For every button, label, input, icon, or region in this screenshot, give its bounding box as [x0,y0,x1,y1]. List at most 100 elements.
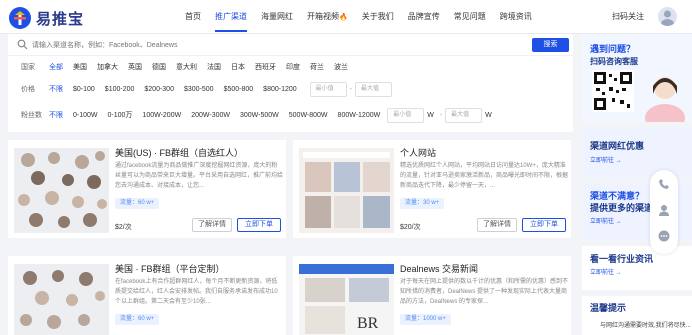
qr-code-icon [592,70,634,112]
price-max-input[interactable]: 最大值 [355,81,392,97]
channel-card[interactable]: 美国 · FB群组（平台定制） 在facebook上有合作超群网红人，每个月不断… [8,256,286,335]
group-promo-title: 渠道网红优惠 [590,141,645,151]
industry-news-card[interactable]: 看一看行业资讯 立即前往 → [582,246,692,290]
main-nav: 首页 推广渠道 海量网红 开箱视频🔥 关于我们 品牌宣传 常见问题 跨境资讯 [178,0,539,34]
details-button[interactable]: 了解详情 [477,218,517,232]
fans-option[interactable]: 500W-800W [284,112,333,119]
price-option[interactable]: $200-300 [139,86,179,93]
price-option[interactable]: $100-200 [100,86,140,93]
group-promo-link[interactable]: 立即前往 → [590,155,622,164]
search-input[interactable] [32,37,512,53]
channel-card[interactable]: BR Dealnews 交易新闻 对于每天在网上提供的数以千计的优惠（和所需的优… [293,256,571,335]
country-option[interactable]: 英国 [123,62,147,72]
search-button[interactable]: 搜索 [532,38,569,52]
fans-label: 粉丝数 [21,112,42,119]
group-promo-card[interactable]: 渠道网红优惠 立即前往 → [582,128,692,178]
traffic-badge: 流量：60 w+ [115,314,160,325]
support-qr-card: 遇到问题？ 扫码咨询客服 [582,34,692,122]
price-option[interactable]: $500-800 [219,86,259,93]
channel-card[interactable]: 美国(US) · FB群组（自选红人） 通过facebook流量为商品做推广深度… [8,140,286,238]
fans-option[interactable]: 0-100万 [103,110,138,120]
order-button[interactable]: 立即下单 [522,218,566,232]
country-option[interactable]: 全部 [44,62,68,72]
nav-brand[interactable]: 品牌宣传 [401,0,447,34]
card-thumbnail [14,148,109,233]
card-thumbnail [299,148,394,233]
country-option[interactable]: 波兰 [329,62,353,72]
country-option[interactable]: 加拿大 [92,62,123,72]
country-option[interactable]: 西班牙 [250,62,281,72]
industry-news-title: 看一看行业资讯 [590,254,654,264]
chat-icon[interactable] [658,230,670,242]
nav-channels[interactable]: 推广渠道 [208,0,254,34]
fans-option[interactable]: 100W-200W [137,112,186,119]
fans-option[interactable]: 300W-500W [235,112,284,119]
price-option[interactable]: $300-500 [179,86,219,93]
svg-text:BR: BR [357,315,379,332]
user-icon[interactable] [658,204,670,219]
support-subtitle: 扫码咨询客服 [590,57,638,66]
card-title[interactable]: 个人网站 [400,146,436,159]
tips-card: 温馨提示 与网红沟通需要时效,我们将尽快... [582,296,692,335]
fans-option[interactable]: 不限 [44,110,68,120]
details-button[interactable]: 了解详情 [192,218,232,232]
logo-icon [8,6,32,30]
country-label: 国家 [21,64,35,71]
nav-label: 首页 [185,12,201,21]
card-title[interactable]: Dealnews 交易新闻 [400,262,478,275]
more-channels-link[interactable]: 立即前往 → [590,216,622,225]
more-channels-subtitle: 提供更多的渠道 [590,203,654,213]
traffic-badge: 流量：1000 w+ [400,314,451,325]
search-icon [17,39,28,52]
country-option[interactable]: 日本 [226,62,250,72]
country-option[interactable]: 美国 [68,62,92,72]
search-bar: 搜索 [8,34,573,56]
nav-faq[interactable]: 常见问题 [447,0,493,34]
range-separator: - [349,85,352,93]
order-button[interactable]: 立即下单 [237,218,281,232]
card-description: 在facebook上有合作超群网红人，每个月不断更新资源，将低质提交给红人，红人… [115,279,278,305]
nav-label: 品牌宣传 [407,12,440,21]
nav-label: 跨境资讯 [499,12,532,21]
tips-title: 温馨提示 [590,303,627,313]
country-option[interactable]: 意大利 [171,62,202,72]
nav-about[interactable]: 关于我们 [355,0,401,34]
traffic-badge: 流量：30 w+ [400,198,445,209]
nav-news[interactable]: 跨境资讯 [493,0,539,34]
price-option[interactable]: $800-1200 [258,86,301,93]
card-title[interactable]: 美国(US) · FB群组（自选红人） [115,146,243,159]
tips-text: 与网红沟通需要时效,我们将尽快... [600,323,691,329]
user-avatar[interactable] [658,7,677,26]
fans-option[interactable]: 0-100W [68,112,103,119]
nav-influencers[interactable]: 海量网红 [254,0,300,34]
price-option[interactable]: $0-100 [68,86,100,93]
nav-home[interactable]: 首页 [178,0,208,34]
country-option[interactable]: 印度 [281,62,305,72]
price-option[interactable]: 不限 [44,84,68,94]
card-thumbnail: BR [299,264,394,335]
phone-icon[interactable] [658,178,670,190]
follow-link[interactable]: 扫码关注 [612,11,644,22]
floating-contact-bar [650,170,678,254]
site-logo[interactable]: 易推宝 [8,6,84,30]
card-description: 通过facebook流量为商品做推广深度挖掘网红资源，庞大的粉丝量可以为商品带来… [115,163,283,189]
unit-label: W [427,111,434,119]
fans-min-input[interactable]: 最小值 [387,107,425,123]
support-agent-icon [640,64,690,122]
card-thumbnail [14,264,109,335]
price-min-input[interactable]: 最小值 [309,81,347,97]
country-option[interactable]: 法国 [202,62,226,72]
price-filter-row: 价格 不限 $0-100 $100-200 $200-300 $300-500 … [8,78,392,100]
fans-option[interactable]: 200W-300W [186,112,235,119]
industry-news-link[interactable]: 立即前往 → [590,267,622,276]
fans-max-input[interactable]: 最大值 [445,107,483,123]
country-option[interactable]: 荷兰 [305,62,329,72]
card-description: 对于每天在网上提供的数以千计的优惠（和所需的优惠）感到不知所措的消费者，Deal… [400,279,568,305]
nav-unboxing[interactable]: 开箱视频🔥 [300,0,355,34]
fans-option[interactable]: 800W-1200W [333,112,386,119]
card-title[interactable]: 美国 · FB群组（平台定制） [115,262,225,275]
logo-text: 易推宝 [36,10,85,28]
unit-label: W [485,111,492,119]
channel-card[interactable]: 个人网站 精选优质网红个人网站，平均网站日访问量达10W+，庞大精准的流量，针对… [293,140,571,238]
country-option[interactable]: 德国 [147,62,171,72]
